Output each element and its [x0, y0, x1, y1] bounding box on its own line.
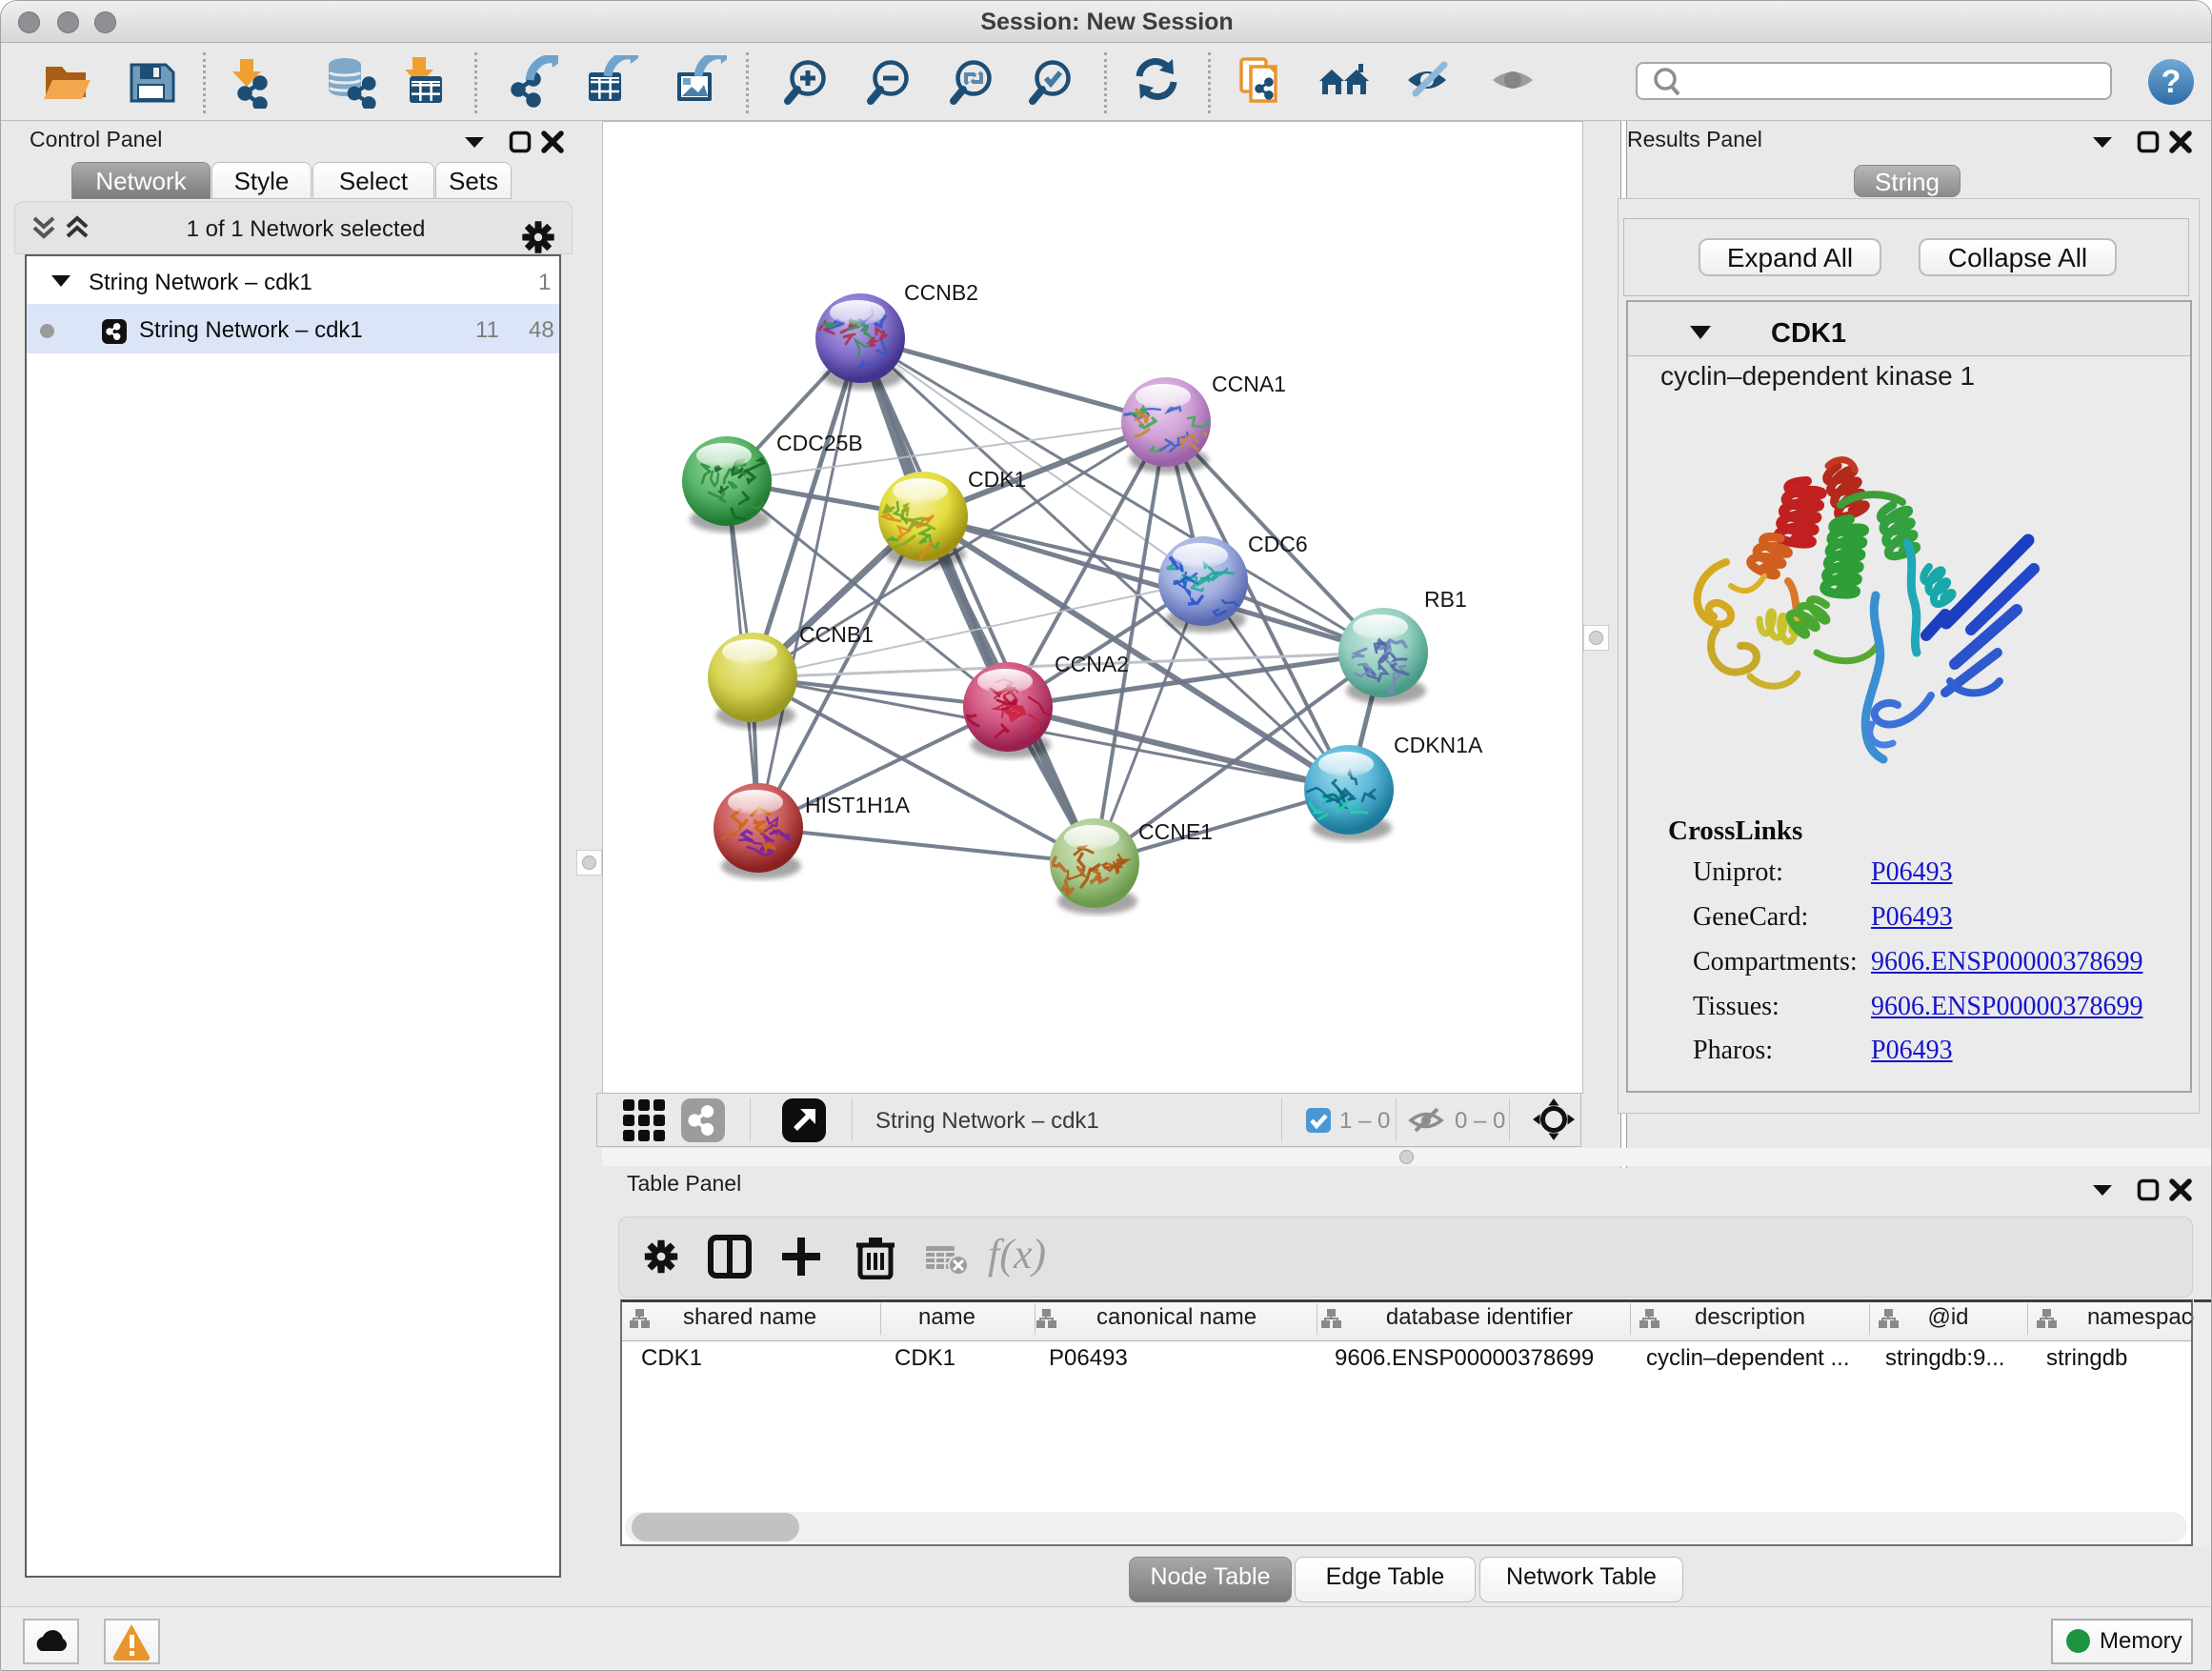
- svg-text:CDC25B: CDC25B: [776, 431, 863, 455]
- svg-text:CCNB2: CCNB2: [904, 280, 978, 305]
- svg-text:CCNA1: CCNA1: [1212, 372, 1286, 396]
- svg-text:RB1: RB1: [1424, 587, 1467, 612]
- svg-text:CDKN1A: CDKN1A: [1394, 733, 1483, 757]
- svg-text:HIST1H1A: HIST1H1A: [805, 793, 911, 817]
- svg-text:CDC6: CDC6: [1248, 532, 1308, 556]
- svg-text:CCNA2: CCNA2: [1055, 652, 1129, 676]
- svg-text:CCNB1: CCNB1: [799, 622, 874, 647]
- svg-text:?: ?: [2162, 64, 2182, 100]
- svg-text:CCNE1: CCNE1: [1138, 819, 1213, 844]
- svg-text:CDK1: CDK1: [968, 467, 1026, 492]
